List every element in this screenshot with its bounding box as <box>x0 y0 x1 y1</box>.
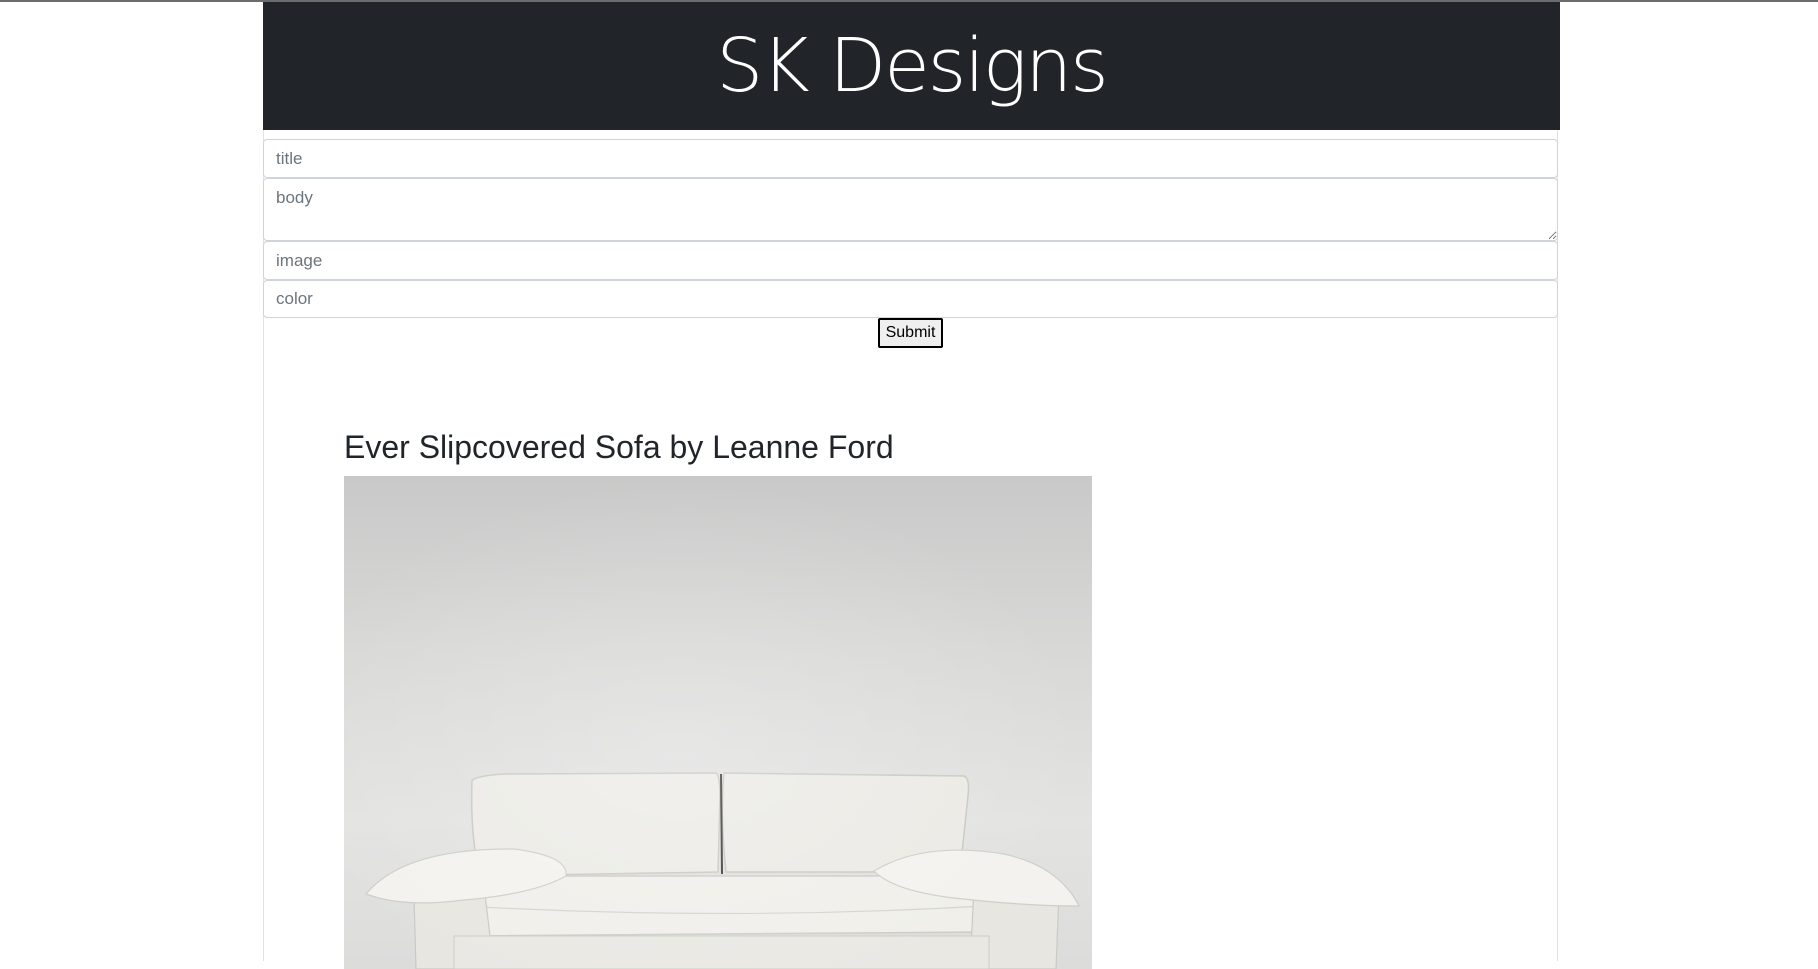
submit-button[interactable]: Submit <box>877 318 944 348</box>
post-title: Ever Slipcovered Sofa by Leanne Ford <box>344 429 894 465</box>
body-textarea[interactable] <box>263 178 1558 241</box>
post-form: Submit <box>263 139 1558 348</box>
site-title: SK Designs <box>716 23 1109 109</box>
color-input[interactable] <box>263 280 1558 318</box>
submit-wrapper: Submit <box>264 318 1557 348</box>
site-header: SK Designs <box>263 2 1560 130</box>
image-input[interactable] <box>263 241 1558 280</box>
post-card: Ever Slipcovered Sofa by Leanne Ford <box>344 423 1092 969</box>
post-image <box>344 476 1092 969</box>
main-container: SK Designs Submit Ever Slipcovered Sofa … <box>263 2 1560 969</box>
sofa-illustration <box>364 772 1080 969</box>
title-input[interactable] <box>263 139 1558 178</box>
